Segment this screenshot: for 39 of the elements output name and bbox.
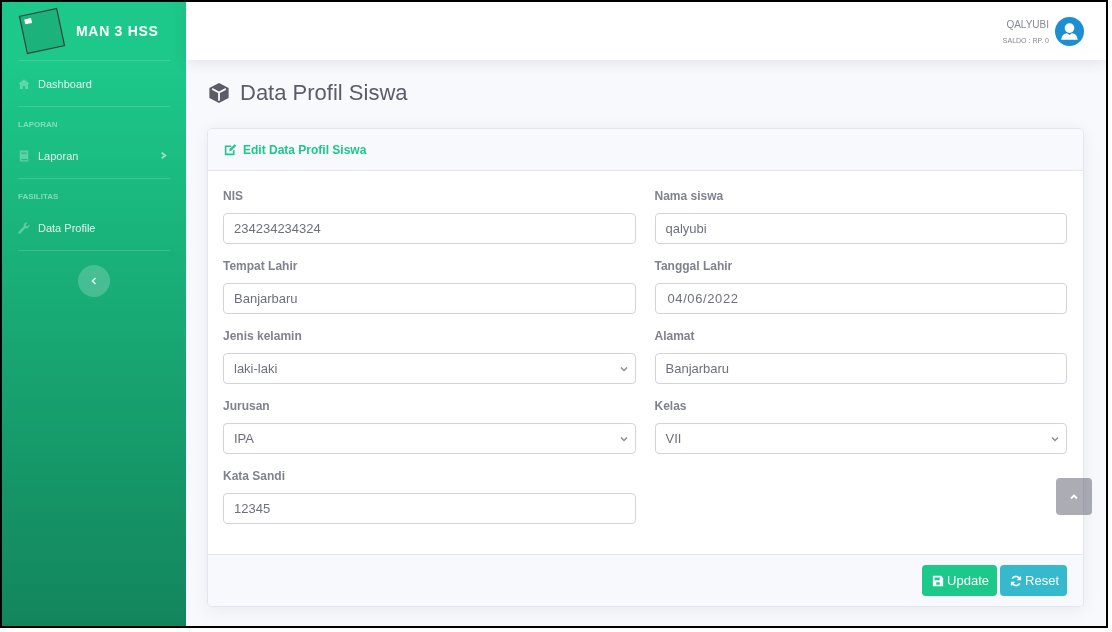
chevron-down-icon: [1051, 435, 1059, 442]
select-field[interactable]: IPA: [223, 423, 636, 454]
field-label: Jurusan: [223, 398, 270, 415]
chevron-left-icon: [91, 277, 97, 285]
field-label: NIS: [223, 188, 243, 205]
text-field[interactable]: 234234234324: [223, 213, 636, 244]
chevron-right-icon: [159, 151, 168, 160]
text-field[interactable]: qalyubi: [654, 213, 1067, 244]
chevron-down-icon: [619, 435, 628, 442]
date-field[interactable]: 04/06/2022: [654, 283, 1067, 314]
text-field[interactable]: Banjarbaru: [223, 283, 636, 314]
select-field[interactable]: laki-laki: [223, 353, 636, 384]
select-field[interactable]: VII: [654, 423, 1067, 454]
field-label: Kata Sandi: [223, 468, 285, 485]
chevron-down-icon: [619, 365, 628, 372]
text-field[interactable]: Banjarbaru: [654, 353, 1067, 384]
book-icon: [18, 149, 30, 162]
field-label: Kelas: [654, 398, 687, 415]
sidebar-section-heading: FASILITAS: [17, 191, 60, 203]
text-field[interactable]: 12345: [223, 493, 636, 524]
field-label: Tempat Lahir: [223, 258, 298, 275]
brand-name: MAN 3 HSS: [76, 23, 159, 39]
user-avatar-icon[interactable]: [1055, 16, 1084, 46]
sync-icon: [1010, 574, 1023, 587]
field-label: Tanggal Lahir: [654, 258, 733, 275]
sidebar-section-heading: LAPORAN: [17, 119, 59, 131]
save-icon: [932, 574, 945, 587]
field-label: Nama siswa: [654, 188, 724, 205]
wrench-icon: [18, 221, 30, 234]
user-name: QALYUBI: [1006, 19, 1049, 31]
field-label: Alamat: [654, 328, 695, 345]
edit-icon: [224, 143, 237, 156]
chevron-up-icon: [1070, 493, 1078, 500]
sidebar-toggle-button[interactable]: [78, 265, 110, 297]
card-title: Edit Data Profil Siswa: [243, 142, 367, 157]
cube-icon: [208, 82, 230, 104]
home-icon: [18, 77, 30, 90]
page-title: Data Profil Siswa: [240, 80, 408, 106]
field-label: Jenis kelamin: [223, 328, 302, 345]
